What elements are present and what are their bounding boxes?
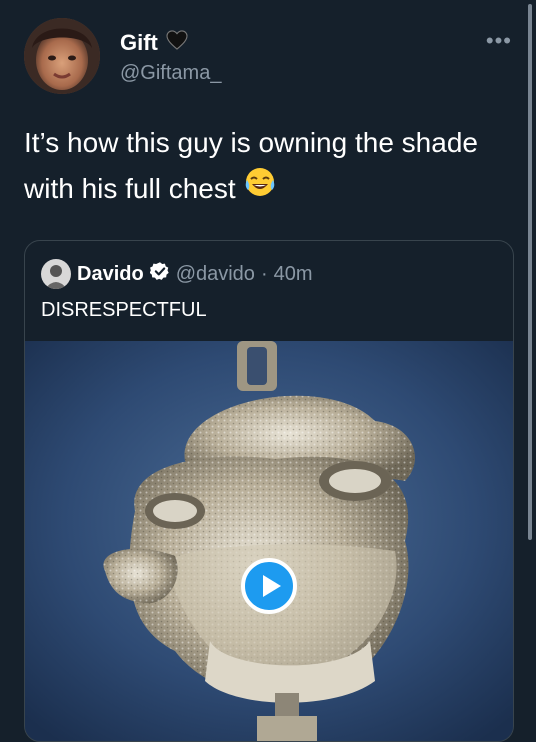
quoted-tweet-header: Davido @davido · 40m [41, 259, 313, 289]
quoted-avatar[interactable] [41, 259, 71, 289]
quoted-tweet-card[interactable]: Davido @davido · 40m DISRESPECTFUL [24, 240, 514, 742]
quoted-time[interactable]: 40m [274, 263, 313, 286]
tweet-text-line-2-wrap: with his full chest [24, 166, 520, 212]
author-name[interactable]: Gift [120, 30, 188, 56]
verified-badge-icon [149, 261, 170, 287]
play-icon[interactable] [241, 558, 297, 614]
quoted-separator: · [260, 262, 268, 285]
quoted-tweet-text: DISRESPECTFUL [41, 299, 207, 321]
scrollbar[interactable] [528, 4, 532, 540]
tweet-text-line-1: It’s how this guy is owning the shade [24, 127, 478, 158]
quoted-handle[interactable]: @davido [176, 263, 255, 286]
tweet-header: Gift @Giftama_ ••• [24, 18, 512, 98]
video-thumbnail [25, 341, 513, 741]
more-options-icon[interactable]: ••• [486, 28, 512, 54]
quoted-author-name[interactable]: Davido [77, 263, 144, 286]
author-handle[interactable]: @Giftama_ [120, 62, 221, 85]
avatar[interactable] [24, 18, 100, 94]
author-name-text: Gift [120, 30, 158, 55]
face-with-tears-of-joy-icon [244, 166, 276, 212]
tweet-text-line-2: with his full chest [24, 173, 236, 204]
tweet-text: It’s how this guy is owning the shade wi… [24, 120, 520, 212]
black-heart-icon [166, 30, 188, 56]
quoted-video[interactable] [25, 341, 513, 741]
